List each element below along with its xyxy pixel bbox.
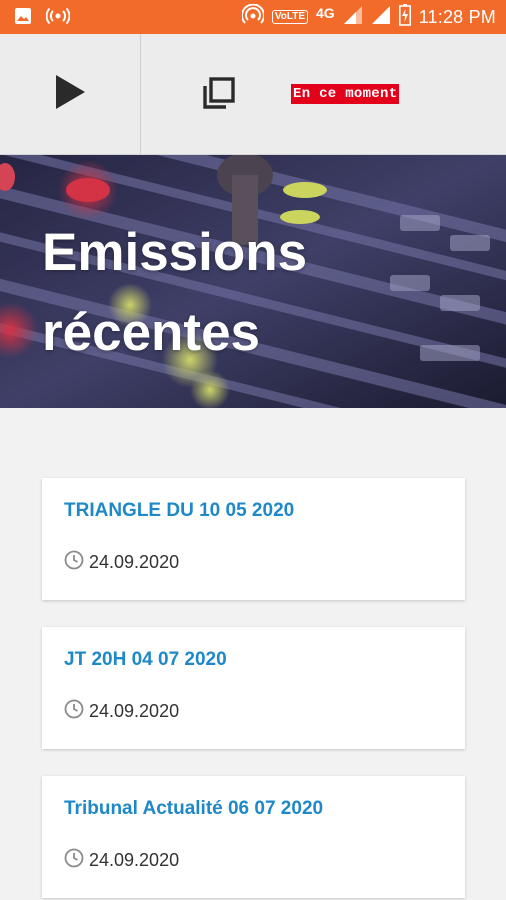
- broadcast-icon: [45, 7, 71, 30]
- emission-date-row: 24.09.2020: [64, 550, 179, 575]
- volte-icon: VoLTE: [271, 10, 308, 24]
- status-bar: VoLTE 4G 11:28 PM: [0, 0, 506, 34]
- clock-icon: [64, 848, 84, 873]
- emission-date: 24.09.2020: [89, 701, 180, 721]
- copy-button[interactable]: [190, 68, 246, 124]
- player-bar: En ce moment: [0, 34, 506, 155]
- hotspot-icon: [240, 3, 265, 31]
- emission-card[interactable]: JT 20H 04 07 2020 24.09.2020: [42, 627, 465, 749]
- now-playing-badge[interactable]: En ce moment: [291, 84, 400, 104]
- emission-title[interactable]: TRIANGLE DU 10 05 2020: [64, 500, 294, 522]
- image-icon: [14, 7, 32, 30]
- clock-icon: [64, 550, 84, 575]
- emission-date-row: 24.09.2020: [64, 699, 179, 724]
- emission-date: 24.09.2020: [89, 850, 180, 870]
- emission-card[interactable]: TRIANGLE DU 10 05 2020 24.09.2020: [42, 478, 465, 600]
- emission-date-row: 24.09.2020: [64, 848, 179, 873]
- clock: 11:28 PM: [418, 6, 496, 27]
- hero-banner: Emissions récentes: [0, 155, 506, 408]
- page-title: Emissions récentes: [42, 223, 308, 362]
- play-icon: [54, 74, 86, 115]
- copy-icon: [200, 76, 236, 117]
- network-type-label: 4G: [316, 5, 335, 21]
- emission-title[interactable]: Tribunal Actualité 06 07 2020: [64, 798, 323, 820]
- clock-icon: [64, 699, 84, 724]
- play-button[interactable]: [0, 34, 141, 154]
- emission-title[interactable]: JT 20H 04 07 2020: [64, 649, 227, 671]
- signal-icon: [343, 5, 363, 30]
- emission-card[interactable]: Tribunal Actualité 06 07 2020 24.09.2020: [42, 776, 465, 898]
- battery-charging-icon: [398, 3, 411, 31]
- emission-date: 24.09.2020: [89, 552, 180, 572]
- signal-icon: [371, 5, 391, 30]
